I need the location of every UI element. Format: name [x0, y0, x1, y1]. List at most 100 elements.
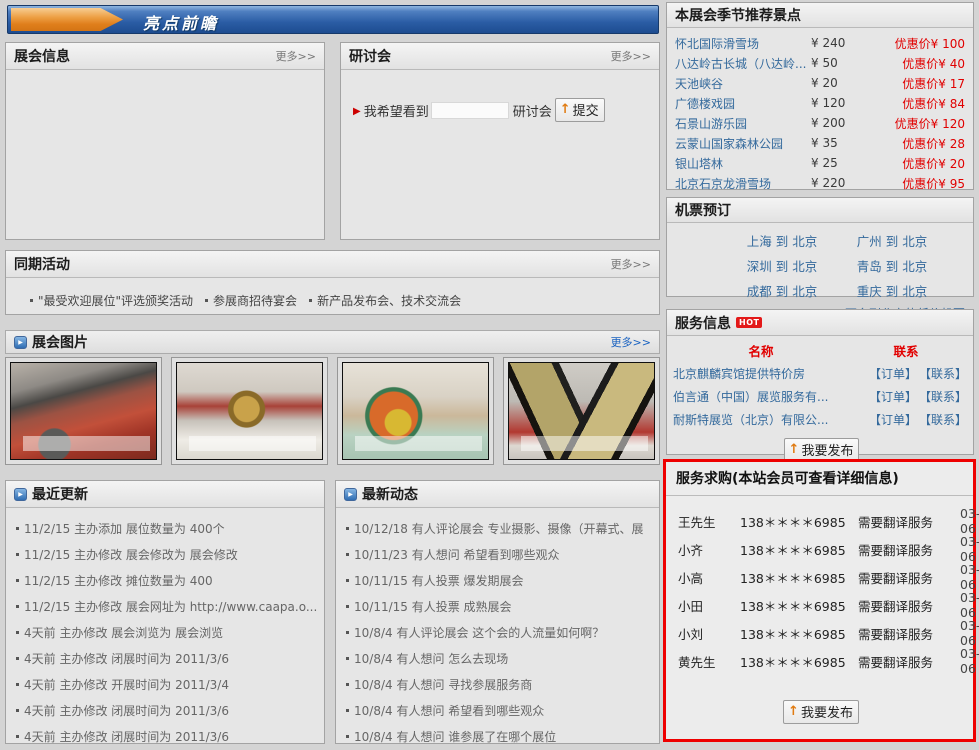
news-item[interactable]: 10/8/4 有人想问 怎么去现场 [346, 646, 653, 672]
update-item[interactable]: 11/2/15 主办修改 展会网址为 http://www.caapa.o... [16, 594, 318, 620]
flight-route-link[interactable]: 重庆 到 北京 [837, 281, 947, 300]
recent-updates-list: 11/2/15 主办添加 展位数量为 400个 11/2/15 主办修改 展会修… [6, 508, 324, 750]
latest-news-list: 10/12/18 有人评论展会 专业摄影、摄像（开幕式、展 10/11/23 有… [336, 508, 659, 750]
recent-updates-header: 最近更新 [6, 481, 324, 508]
request-row: 小高 138＊＊＊＊6985 需要翻译服务 03-06 [666, 562, 973, 590]
service-order-link[interactable]: 【订单】 [869, 411, 917, 428]
photos-more-link[interactable]: 更多>> [611, 334, 651, 350]
attraction-discount-price: 优惠价¥ 17 [869, 75, 965, 92]
requester-phone: 138＊＊＊＊6985 [740, 568, 858, 587]
attraction-name-link[interactable]: 石景山游乐园 [675, 115, 811, 132]
service-contact-link[interactable]: 【联系】 [919, 365, 967, 382]
update-item[interactable]: 4天前 主办修改 闭展时间为 2011/3/6 [16, 724, 318, 750]
hot-badge: HOT [736, 317, 762, 328]
request-date: 03-06 [960, 506, 979, 536]
service-order-link[interactable]: 【订单】 [869, 365, 917, 382]
service-name-link[interactable]: 北京麒麟宾馆提供特价房 [673, 365, 867, 382]
photo-booth-statue [176, 362, 323, 460]
attraction-row: 云蒙山国家森林公园 ¥ 35 优惠价¥ 28 [667, 133, 973, 153]
attraction-discount-price: 优惠价¥ 120 [869, 115, 965, 132]
concurrent-activity-link[interactable]: 参展商招待宴会 [205, 292, 297, 309]
concurrent-activity-link[interactable]: 新产品发布会、技术交流会 [309, 292, 461, 309]
attraction-discount-price: 优惠价¥ 20 [869, 155, 965, 172]
seminar-submit-button[interactable]: 提交 [555, 98, 605, 122]
attraction-price: ¥ 120 [811, 96, 869, 110]
requester-name: 小刘 [678, 624, 740, 643]
services-column-headers: 名称 联系 [667, 336, 973, 362]
news-item[interactable]: 10/8/4 有人想问 希望看到哪些观众 [346, 698, 653, 724]
update-item[interactable]: 11/2/15 主办添加 展位数量为 400个 [16, 516, 318, 542]
exhibition-photo-1[interactable] [5, 357, 162, 465]
requester-phone: 138＊＊＊＊6985 [740, 512, 858, 531]
news-item[interactable]: 10/8/4 有人想问 寻找参展服务商 [346, 672, 653, 698]
attraction-name-link[interactable]: 北京石京龙滑雪场 [675, 175, 811, 192]
service-row: 北京麒麟宾馆提供特价房 【订单】 【联系】 [667, 362, 973, 385]
news-item[interactable]: 10/8/4 有人想问 谁参展了在哪个展位 [346, 724, 653, 750]
update-item[interactable]: 11/2/15 主办修改 展会修改为 展会修改 [16, 542, 318, 568]
seminar-form: 我希望看到 研讨会 提交 [341, 70, 659, 122]
service-contact-link[interactable]: 【联系】 [919, 388, 967, 405]
update-item[interactable]: 4天前 主办修改 展会浏览为 展会浏览 [16, 620, 318, 646]
seminar-more-link[interactable]: 更多>> [611, 48, 651, 64]
attraction-name-link[interactable]: 广德楼戏园 [675, 95, 811, 112]
exhibition-photo-3[interactable] [337, 357, 494, 465]
attraction-name-link[interactable]: 八达岭古长城（八达岭... [675, 55, 811, 72]
concurrent-activity-link[interactable]: "最受欢迎展位"评选颁奖活动 [30, 292, 193, 309]
exhibition-photo-4[interactable] [503, 357, 660, 465]
flight-route-link[interactable]: 上海 到 北京 [727, 231, 837, 250]
attraction-price: ¥ 25 [811, 156, 869, 170]
update-item[interactable]: 11/2/15 主办修改 摊位数量为 400 [16, 568, 318, 594]
request-need: 需要翻译服务 [858, 568, 960, 587]
news-item[interactable]: 10/12/18 有人评论展会 专业摄影、摄像（开幕式、展 [346, 516, 653, 542]
flight-route-link[interactable]: 成都 到 北京 [727, 281, 837, 300]
request-row: 小田 138＊＊＊＊6985 需要翻译服务 03-06 [666, 590, 973, 618]
banner-arrow-icon [11, 8, 123, 31]
section-recent-updates: 最近更新 11/2/15 主办添加 展位数量为 400个 11/2/15 主办修… [5, 480, 325, 744]
section-flight-booking: 机票预订 上海 到 北京 广州 到 北京 深圳 到 北京 青岛 到 北京 成都 … [666, 197, 974, 297]
service-order-link[interactable]: 【订单】 [869, 388, 917, 405]
up-arrow-icon [789, 442, 800, 457]
requester-phone: 138＊＊＊＊6985 [740, 596, 858, 615]
update-item[interactable]: 4天前 主办修改 闭展时间为 2011/3/6 [16, 698, 318, 724]
section-attractions: 本展会季节推荐景点 怀北国际滑雪场 ¥ 240 优惠价¥ 100 八达岭古长城（… [666, 2, 974, 190]
attraction-discount-price: 优惠价¥ 84 [869, 95, 965, 112]
concurrent-title: 同期活动 [14, 254, 70, 274]
red-arrow-bullet-icon [353, 103, 364, 118]
attraction-name-link[interactable]: 银山塔林 [675, 155, 811, 172]
service-name-link[interactable]: 伯言通（中国）展览服务有... [673, 388, 867, 405]
photo-watermark [189, 436, 317, 451]
news-item[interactable]: 10/11/23 有人想问 希望看到哪些观众 [346, 542, 653, 568]
highlights-banner: 亮点前瞻 [7, 5, 659, 34]
concurrent-header: 同期活动 更多>> [6, 251, 659, 278]
service-contact-link[interactable]: 【联系】 [919, 411, 967, 428]
flight-route-link[interactable]: 深圳 到 北京 [727, 256, 837, 275]
attraction-row: 天池峡谷 ¥ 20 优惠价¥ 17 [667, 73, 973, 93]
attraction-name-link[interactable]: 怀北国际滑雪场 [675, 35, 811, 52]
attraction-name-link[interactable]: 云蒙山国家森林公园 [675, 135, 811, 152]
request-need: 需要翻译服务 [858, 624, 960, 643]
flight-route-link[interactable]: 青岛 到 北京 [837, 256, 947, 275]
news-item[interactable]: 10/11/15 有人投票 成熟展会 [346, 594, 653, 620]
exhibition-info-more-link[interactable]: 更多>> [276, 48, 316, 64]
concurrent-more-link[interactable]: 更多>> [611, 256, 651, 272]
service-row: 伯言通（中国）展览服务有... 【订单】 【联系】 [667, 385, 973, 408]
photos-header: 展会图片 更多>> [5, 330, 660, 354]
requests-publish-button[interactable]: 我要发布 [783, 700, 859, 724]
attraction-name-link[interactable]: 天池峡谷 [675, 75, 811, 92]
news-item[interactable]: 10/8/4 有人评论展会 这个会的人流量如何啊？ [346, 620, 653, 646]
flight-route-link[interactable]: 广州 到 北京 [837, 231, 947, 250]
news-item[interactable]: 10/11/15 有人投票 爆发期展会 [346, 568, 653, 594]
attraction-discount-price: 优惠价¥ 100 [869, 35, 965, 52]
flights-title: 机票预订 [675, 200, 731, 220]
seminar-topic-input[interactable] [431, 102, 509, 119]
update-item[interactable]: 4天前 主办修改 开展时间为 2011/3/4 [16, 672, 318, 698]
seminar-form-suffix-label: 研讨会 [513, 101, 552, 120]
flights-header: 机票预订 [667, 198, 973, 223]
services-publish-wrap: 我要发布 [667, 431, 973, 462]
update-item[interactable]: 4天前 主办修改 闭展时间为 2011/3/6 [16, 646, 318, 672]
request-need: 需要翻译服务 [858, 596, 960, 615]
service-name-link[interactable]: 耐斯特展览（北京）有限公... [673, 411, 867, 428]
attractions-header: 本展会季节推荐景点 [667, 3, 973, 28]
exhibition-photo-2[interactable] [171, 357, 328, 465]
attraction-row: 石景山游乐园 ¥ 200 优惠价¥ 120 [667, 113, 973, 133]
